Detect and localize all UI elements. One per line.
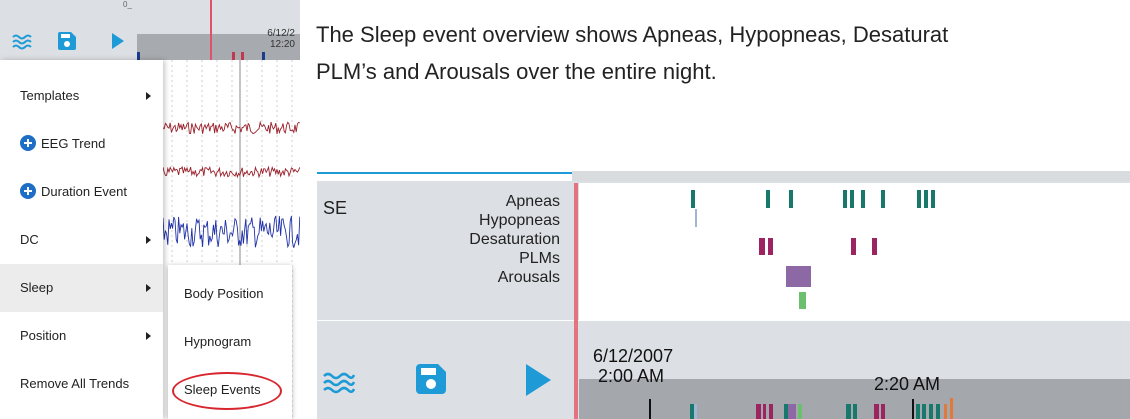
menu-item-duration-event[interactable]: Duration Event bbox=[0, 168, 163, 216]
row-label-apneas: Apneas bbox=[505, 193, 560, 210]
timeline-event-mark bbox=[846, 404, 851, 419]
waves-icon[interactable] bbox=[322, 368, 356, 401]
panel-label: SE bbox=[323, 198, 348, 218]
menu-item-templates[interactable]: Templates bbox=[0, 72, 163, 120]
timeline-time-2: 2:20 AM bbox=[874, 374, 941, 394]
menu-item-label: Duration Event bbox=[41, 184, 127, 199]
timeline-event-mark bbox=[944, 404, 947, 419]
submenu-item-label: Body Position bbox=[184, 286, 264, 301]
event-mark bbox=[232, 52, 235, 60]
row-label-plms: PLMs bbox=[519, 250, 560, 267]
menu-item-dc[interactable]: DC bbox=[0, 216, 163, 264]
menu-item-sleep[interactable]: Sleep bbox=[0, 264, 163, 312]
event-mark bbox=[262, 52, 265, 60]
event-mark bbox=[861, 190, 865, 208]
save-icon[interactable] bbox=[57, 31, 77, 56]
menu-item-label: Sleep bbox=[20, 280, 54, 295]
event-mark bbox=[917, 190, 921, 208]
menu-item-label: Remove All Trends bbox=[20, 376, 130, 391]
description-line-1: The Sleep event overview shows Apneas, H… bbox=[316, 22, 949, 47]
menu-item-label: DC bbox=[20, 232, 39, 247]
event-mark bbox=[924, 190, 928, 208]
submenu-item-body-position[interactable]: Body Position bbox=[168, 269, 292, 317]
timeline-date: 6/12/2007 bbox=[593, 346, 674, 366]
play-icon[interactable] bbox=[110, 31, 126, 56]
menu-item-position[interactable]: Position bbox=[0, 312, 163, 360]
submenu-item-hypnogram[interactable]: Hypnogram bbox=[168, 317, 292, 365]
timeline-event-mark bbox=[881, 404, 885, 419]
context-menu: Templates EEG Trend Duration Event DC Sl… bbox=[0, 60, 163, 419]
event-mark bbox=[850, 190, 854, 208]
event-mark bbox=[931, 190, 935, 208]
menu-item-eeg-trend[interactable]: EEG Trend bbox=[0, 120, 163, 168]
event-mark bbox=[695, 209, 697, 227]
timeline-event-mark bbox=[950, 398, 953, 419]
timeline-tick bbox=[912, 399, 914, 419]
chevron-right-icon bbox=[146, 284, 151, 292]
event-mark bbox=[137, 52, 140, 60]
description-line-2: PLM’s and Arousals over the entire night… bbox=[316, 59, 717, 84]
submenu-item-label: Hypnogram bbox=[184, 334, 252, 349]
cursor-line bbox=[574, 183, 578, 419]
menu-item-label: EEG Trend bbox=[41, 136, 106, 151]
left-panel: 0_ 6/12/2 12:20 Templates EEG Trend Dura… bbox=[0, 0, 300, 419]
timeline-event-mark bbox=[916, 404, 920, 419]
menu-item-remove-all-trends[interactable]: Remove All Trends bbox=[0, 360, 163, 408]
save-icon[interactable] bbox=[415, 363, 447, 400]
timestamp-date: 6/12/2 bbox=[267, 28, 295, 39]
event-mark bbox=[241, 52, 244, 60]
chevron-right-icon bbox=[146, 236, 151, 244]
row-label-arousals: Arousals bbox=[497, 269, 560, 286]
tiny-label: 0_ bbox=[123, 0, 132, 9]
timeline-event-mark bbox=[788, 404, 796, 419]
chevron-right-icon bbox=[146, 332, 151, 340]
timeline-event-mark bbox=[798, 404, 802, 419]
menu-item-label: Templates bbox=[20, 88, 80, 103]
event-mark bbox=[691, 190, 695, 208]
timeline-event-mark bbox=[922, 404, 926, 419]
waves-icon[interactable] bbox=[11, 31, 35, 56]
plus-circle-icon bbox=[20, 183, 36, 202]
event-mark bbox=[786, 266, 811, 287]
timeline-event-mark bbox=[874, 404, 879, 419]
timestamp-time: 12:20 bbox=[269, 39, 295, 50]
row-label-desaturation: Desaturation bbox=[469, 231, 560, 248]
timeline-event-mark bbox=[929, 404, 933, 419]
event-mark bbox=[768, 238, 773, 255]
chevron-right-icon bbox=[146, 92, 151, 100]
event-mark bbox=[789, 190, 793, 208]
plus-circle-icon bbox=[20, 135, 36, 154]
timeline-event-mark bbox=[756, 404, 761, 419]
timeline-event-mark bbox=[763, 404, 766, 419]
timeline-time-1: 2:00 AM bbox=[598, 366, 665, 386]
timeline-event-mark bbox=[769, 404, 773, 419]
event-mark bbox=[872, 238, 877, 255]
cursor-line bbox=[210, 0, 212, 60]
menu-item-label: Position bbox=[20, 328, 67, 343]
timeline-event-mark bbox=[853, 404, 857, 419]
highlight-circle bbox=[172, 372, 282, 410]
event-mark bbox=[766, 190, 770, 208]
timeline-event-mark bbox=[936, 404, 940, 419]
timeline-event-mark bbox=[694, 404, 697, 419]
timestamp: 6/12/2 12:20 bbox=[255, 28, 295, 50]
event-mark bbox=[881, 190, 885, 208]
active-tab-indicator bbox=[317, 172, 572, 174]
timeline-tick bbox=[649, 399, 651, 419]
event-mark bbox=[843, 190, 847, 208]
row-label-hypopneas: Hypopneas bbox=[479, 212, 560, 229]
description-text: The Sleep event overview shows Apneas, H… bbox=[316, 16, 1130, 90]
play-icon[interactable] bbox=[524, 363, 552, 402]
event-mark bbox=[851, 238, 856, 255]
event-mark bbox=[759, 238, 765, 255]
event-mark bbox=[799, 292, 806, 309]
